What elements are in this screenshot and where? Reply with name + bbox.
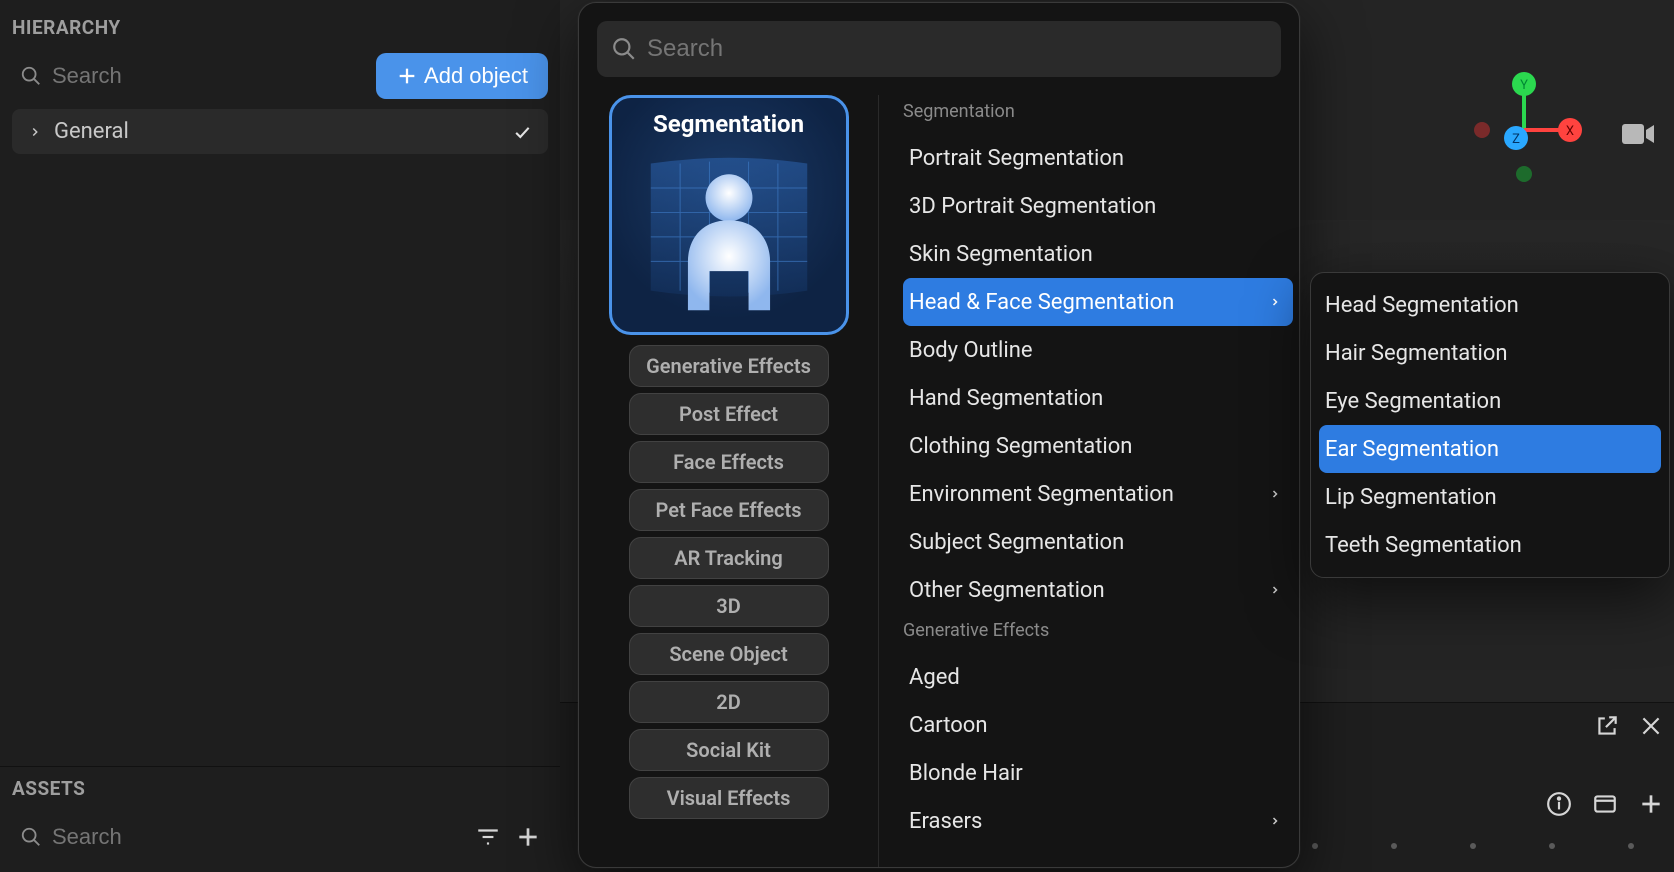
list-item[interactable]: Clothing Segmentation	[903, 422, 1293, 470]
submenu-item-label: Lip Segmentation	[1325, 485, 1497, 510]
category-chip[interactable]: AR Tracking	[629, 537, 829, 579]
chevron-right-icon	[1269, 584, 1281, 596]
plus-icon	[515, 824, 541, 850]
gizmo-y-label: Y	[1520, 78, 1528, 93]
list-item[interactable]: Portrait Segmentation	[903, 134, 1293, 182]
list-item-label: Subject Segmentation	[909, 530, 1124, 555]
close-icon[interactable]	[1638, 713, 1664, 739]
list-item-label: Blonde Hair	[909, 761, 1023, 786]
assets-title: ASSETS	[0, 767, 560, 814]
hierarchy-root-item[interactable]: General	[12, 109, 548, 154]
list-item-label: Aged	[909, 665, 960, 690]
hierarchy-search-input[interactable]	[12, 53, 366, 99]
list-item[interactable]: Other Segmentation	[903, 566, 1293, 614]
category-chip[interactable]: Social Kit	[629, 729, 829, 771]
category-chip[interactable]: 3D	[629, 585, 829, 627]
add-object-button[interactable]: Add object	[376, 53, 548, 99]
assets-search-input[interactable]	[12, 814, 468, 860]
search-icon	[20, 826, 42, 848]
submenu-item-label: Eye Segmentation	[1325, 389, 1501, 414]
list-item-label: Cartoon	[909, 713, 988, 738]
hierarchy-panel: HIERARCHY Add object General	[0, 6, 560, 766]
hierarchy-root-label: General	[54, 119, 129, 144]
add-object-label: Add object	[424, 63, 528, 89]
gizmo-x-label: X	[1566, 124, 1574, 139]
category-chip[interactable]: Pet Face Effects	[629, 489, 829, 531]
list-item[interactable]: Head & Face Segmentation	[903, 278, 1293, 326]
list-item-label: Head & Face Segmentation	[909, 290, 1174, 315]
section-label: Segmentation	[903, 101, 1293, 122]
list-item[interactable]: Aged	[903, 653, 1293, 701]
filter-icon	[475, 824, 501, 850]
section-label: Generative Effects	[903, 620, 1293, 641]
hierarchy-title: HIERARCHY	[0, 6, 560, 53]
submenu-head-face: Head Segmentation Hair Segmentation Eye Se…	[1310, 272, 1670, 578]
list-item[interactable]: Environment Segmentation	[903, 470, 1293, 518]
info-icon[interactable]	[1546, 791, 1572, 817]
list-item-label: Body Outline	[909, 338, 1033, 363]
list-item-label: Erasers	[909, 809, 982, 834]
submenu-item[interactable]: Lip Segmentation	[1319, 473, 1661, 521]
category-chip[interactable]: Scene Object	[629, 633, 829, 675]
chevron-right-icon	[28, 125, 42, 139]
orientation-gizmo[interactable]: Y X Z	[1464, 70, 1584, 190]
chevron-right-icon	[1269, 815, 1281, 827]
list-item-label: Environment Segmentation	[909, 482, 1174, 507]
assets-filter-button[interactable]	[468, 817, 508, 857]
popup-search-input[interactable]	[637, 29, 1267, 69]
assets-add-button[interactable]	[508, 817, 548, 857]
list-item-label: Clothing Segmentation	[909, 434, 1132, 459]
submenu-item[interactable]: Head Segmentation	[1319, 281, 1661, 329]
gizmo-z-label: Z	[1512, 132, 1520, 147]
plus-icon	[396, 65, 418, 87]
category-chip[interactable]: 2D	[629, 681, 829, 723]
plus-icon[interactable]	[1638, 791, 1664, 817]
assets-panel: ASSETS	[0, 766, 560, 872]
list-item[interactable]: Skin Segmentation	[903, 230, 1293, 278]
submenu-item[interactable]: Ear Segmentation	[1319, 425, 1661, 473]
category-card-title: Segmentation	[653, 110, 804, 138]
check-icon	[512, 122, 532, 142]
list-item[interactable]: Subject Segmentation	[903, 518, 1293, 566]
category-chip[interactable]: Visual Effects	[629, 777, 829, 819]
list-item-label: Skin Segmentation	[909, 242, 1093, 267]
list-item-label: 3D Portrait Segmentation	[909, 194, 1156, 219]
category-chip[interactable]: Post Effect	[629, 393, 829, 435]
search-icon	[20, 65, 42, 87]
window-icon[interactable]	[1592, 791, 1618, 817]
search-icon	[611, 36, 637, 62]
list-item[interactable]: Body Outline	[903, 326, 1293, 374]
submenu-item[interactable]: Hair Segmentation	[1319, 329, 1661, 377]
submenu-item-label: Head Segmentation	[1325, 293, 1519, 318]
list-item-label: Other Segmentation	[909, 578, 1105, 603]
category-chip[interactable]: Generative Effects	[629, 345, 829, 387]
list-item[interactable]: Blonde Hair	[903, 749, 1293, 797]
submenu-item-label: Teeth Segmentation	[1325, 533, 1522, 558]
submenu-item-label: Ear Segmentation	[1325, 437, 1499, 462]
add-object-popup: Segmentation	[578, 2, 1300, 868]
category-rail[interactable]: Segmentation	[579, 95, 879, 867]
segmentation-illustration-icon	[629, 144, 829, 320]
list-item-label: Hand Segmentation	[909, 386, 1103, 411]
list-item[interactable]: Hand Segmentation	[903, 374, 1293, 422]
category-chip[interactable]: Face Effects	[629, 441, 829, 483]
category-card-segmentation[interactable]: Segmentation	[609, 95, 849, 335]
list-item[interactable]: 3D Portrait Segmentation	[903, 182, 1293, 230]
list-item-label: Portrait Segmentation	[909, 146, 1124, 171]
chevron-right-icon	[1269, 296, 1281, 308]
camera-icon[interactable]	[1620, 120, 1656, 148]
popup-search[interactable]	[597, 21, 1281, 77]
item-list: Segmentation Portrait Segmentation 3D Port…	[879, 95, 1299, 867]
list-item[interactable]: Cartoon	[903, 701, 1293, 749]
submenu-item-label: Hair Segmentation	[1325, 341, 1508, 366]
chevron-right-icon	[1269, 488, 1281, 500]
submenu-item[interactable]: Teeth Segmentation	[1319, 521, 1661, 569]
left-panel: HIERARCHY Add object General	[0, 0, 560, 872]
list-item[interactable]: Erasers	[903, 797, 1293, 845]
submenu-item[interactable]: Eye Segmentation	[1319, 377, 1661, 425]
popout-icon[interactable]	[1594, 713, 1620, 739]
